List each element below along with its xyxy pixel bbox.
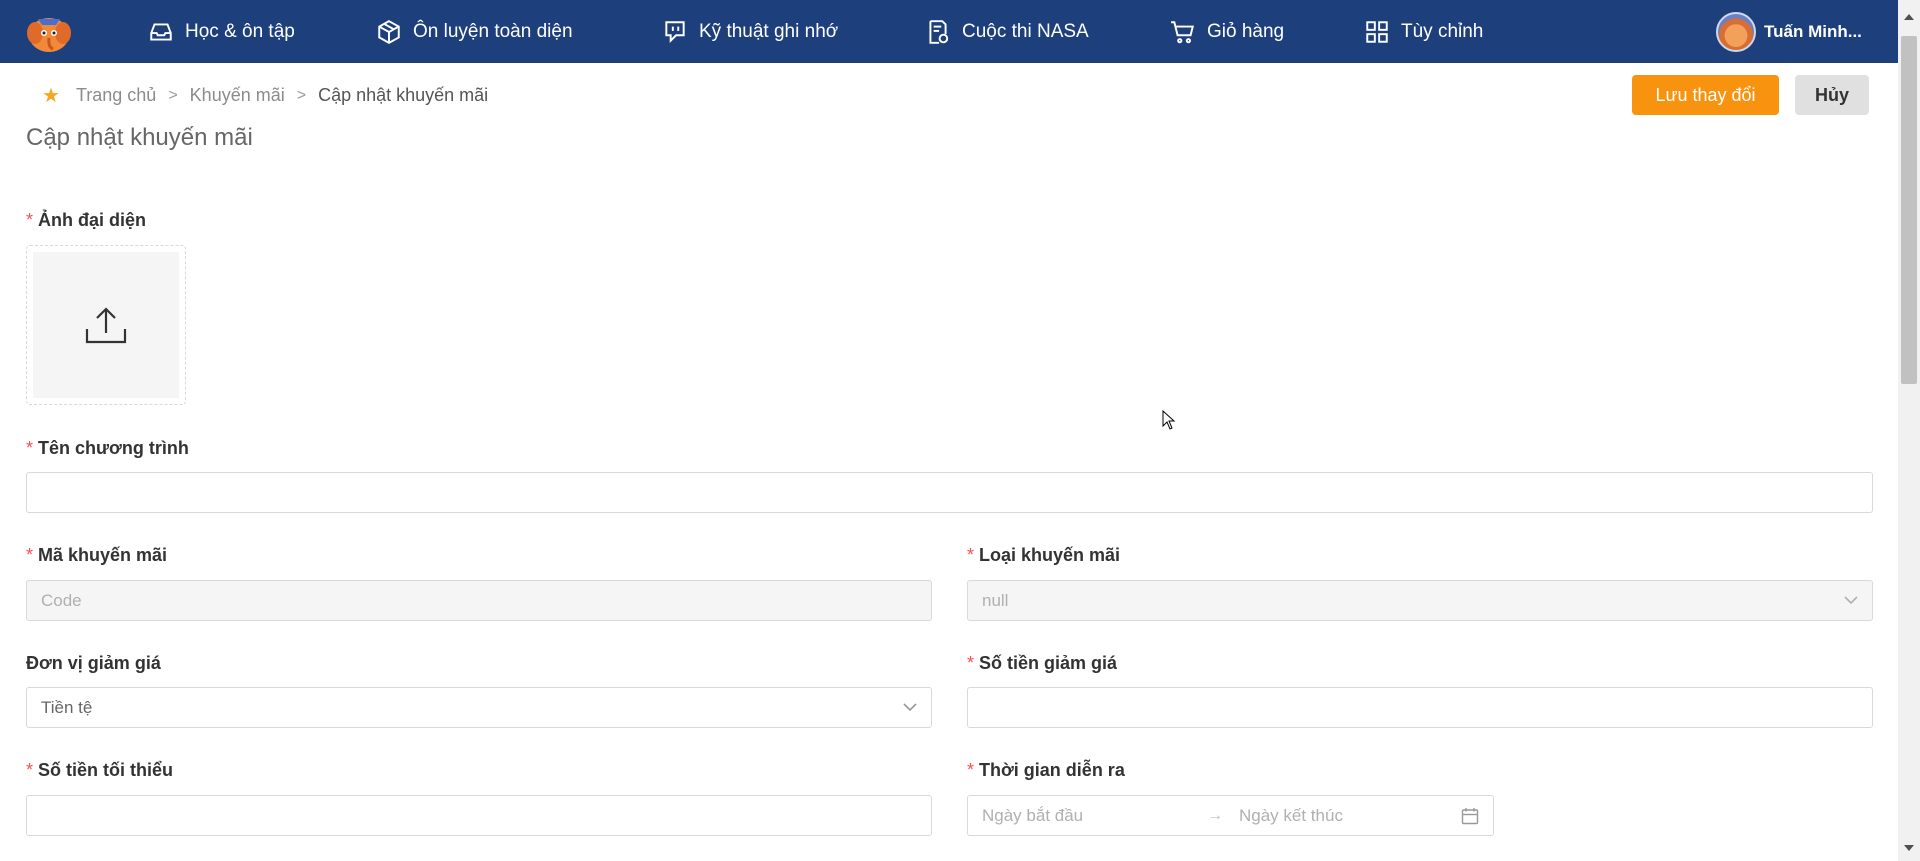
nav-item-customize[interactable]: Tùy chỉnh [1364, 0, 1483, 63]
user-menu[interactable]: Tuấn Minh... [1716, 10, 1862, 53]
breadcrumb-separator: > [168, 86, 178, 104]
promo-type-label-text: Loại khuyến mãi [979, 545, 1121, 565]
required-mark: * [26, 760, 34, 780]
upload-area [33, 252, 179, 398]
program-name-label: * Tên chương trình [26, 438, 189, 459]
min-amount-input[interactable] [26, 795, 932, 836]
grid-icon [1366, 20, 1388, 43]
avatar-label-text: Ảnh đại diện [38, 210, 147, 230]
nav-item-label: Kỹ thuật ghi nhớ [699, 20, 839, 42]
range-arrow-icon: → [1207, 806, 1223, 824]
nav-item-study[interactable]: Học & ôn tập [148, 0, 295, 63]
mouse-cursor-icon [1162, 410, 1176, 430]
nav-item-practice[interactable]: Ôn luyện toàn diện [376, 0, 573, 63]
save-changes-button[interactable]: Lưu thay đổi [1632, 75, 1779, 115]
promo-code-input [26, 580, 932, 621]
end-date-input[interactable]: Ngày kết thúc [1239, 806, 1461, 826]
breadcrumb: ★ Trang chủ > Khuyến mãi > Cập nhật khuy… [42, 83, 488, 108]
breadcrumb-section[interactable]: Khuyến mãi [190, 85, 285, 106]
calendar-icon [1461, 807, 1479, 824]
nav-item-label: Cuộc thi NASA [962, 20, 1089, 42]
promo-type-select: null [967, 580, 1873, 621]
required-mark: * [26, 545, 34, 565]
chevron-down-icon [903, 703, 917, 712]
required-mark: * [967, 545, 975, 565]
avatar-upload[interactable] [26, 245, 186, 405]
nav-item-memory[interactable]: Kỹ thuật ghi nhớ [662, 0, 838, 63]
nav-item-cart[interactable]: Giỏ hàng [1170, 0, 1284, 63]
discount-unit-label-text: Đơn vị giảm giá [26, 653, 161, 673]
cart-icon [1171, 20, 1194, 43]
breadcrumb-home[interactable]: Trang chủ [76, 85, 156, 106]
duration-label: * Thời gian diễn ra [967, 760, 1125, 781]
chat-bubble-icon [665, 20, 685, 43]
required-mark: * [967, 760, 975, 780]
promo-type-value: null [982, 590, 1009, 610]
breadcrumb-current: Cập nhật khuyến mãi [318, 85, 489, 105]
nav-item-label: Tùy chỉnh [1401, 20, 1484, 42]
required-mark: * [26, 210, 34, 230]
required-mark: * [967, 653, 975, 673]
scrollbar-thumb[interactable] [1901, 36, 1917, 384]
nav-item-label: Giỏ hàng [1207, 20, 1285, 42]
discount-unit-select[interactable]: Tiền tệ [26, 687, 932, 728]
upload-icon [85, 307, 127, 344]
date-range-picker[interactable]: Ngày bắt đầu → Ngày kết thúc [967, 795, 1494, 836]
elephant-logo-icon[interactable] [26, 11, 72, 53]
top-navbar: Học & ôn tập Ôn luyện toàn diện Kỹ thuật… [0, 0, 1898, 63]
promo-type-label: * Loại khuyến mãi [967, 545, 1120, 566]
cube-icon [378, 19, 400, 44]
breadcrumb-separator: > [296, 86, 307, 104]
chevron-down-icon [1844, 596, 1858, 605]
discount-amount-label: * Số tiền giảm giá [967, 653, 1117, 674]
avatar-label: * Ảnh đại diện [26, 210, 146, 231]
scroll-down-arrow-icon[interactable] [1904, 845, 1914, 851]
page-scrollbar[interactable] [1898, 0, 1920, 861]
inbox-icon [150, 22, 172, 41]
discount-unit-label: Đơn vị giảm giá [26, 653, 161, 674]
required-mark: * [26, 438, 34, 458]
user-name: Tuấn Minh... [1764, 21, 1862, 41]
page-title: Cập nhật khuyến mãi [26, 124, 253, 151]
promo-code-label: * Mã khuyến mãi [26, 545, 167, 566]
nav-item-label: Ôn luyện toàn diện [413, 20, 573, 42]
start-date-input[interactable]: Ngày bắt đầu [982, 806, 1207, 826]
discount-amount-label-text: Số tiền giảm giá [979, 653, 1118, 673]
cancel-button[interactable]: Hủy [1795, 75, 1869, 115]
program-name-input[interactable] [26, 472, 1873, 513]
discount-amount-input[interactable] [967, 687, 1873, 728]
document-badge-icon [929, 19, 949, 44]
promo-code-label-text: Mã khuyến mãi [38, 545, 168, 565]
program-name-label-text: Tên chương trình [38, 438, 189, 458]
nav-item-nasa-contest[interactable]: Cuộc thi NASA [925, 0, 1089, 63]
discount-unit-value: Tiền tệ [41, 697, 93, 717]
star-icon: ★ [42, 85, 60, 107]
avatar [1716, 11, 1756, 52]
nav-item-label: Học & ôn tập [185, 20, 295, 42]
min-amount-label-text: Số tiền tối thiểu [38, 760, 174, 780]
scroll-up-arrow-icon[interactable] [1904, 14, 1914, 20]
duration-label-text: Thời gian diễn ra [979, 760, 1125, 780]
min-amount-label: * Số tiền tối thiểu [26, 760, 173, 781]
